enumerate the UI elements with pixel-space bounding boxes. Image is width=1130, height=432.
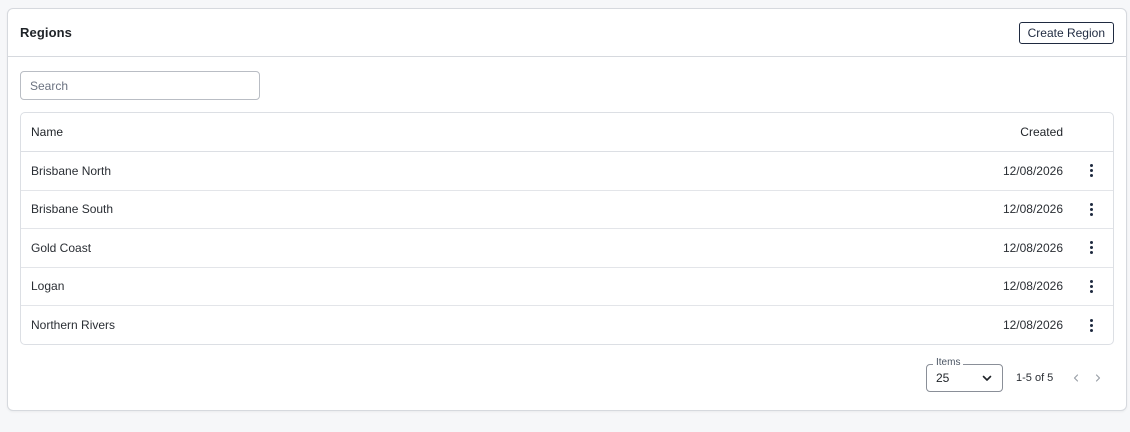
more-vertical-icon[interactable] [1084,201,1098,217]
previous-page-button[interactable] [1068,370,1084,386]
table-header: Name Created [21,113,1113,152]
region-created: 12/08/2026 [1002,318,1063,333]
more-vertical-icon[interactable] [1084,278,1098,294]
search-container [20,71,260,100]
region-created: 12/08/2026 [1002,202,1063,217]
table-row[interactable]: Gold Coast 12/08/2026 [21,229,1113,268]
next-page-button[interactable] [1090,370,1106,386]
regions-card: Regions Create Region Name Created Brisb… [7,8,1127,411]
regions-table: Name Created Brisbane North 12/08/2026 B… [20,112,1114,345]
more-vertical-icon[interactable] [1084,240,1098,256]
row-actions [1063,163,1103,179]
row-actions [1063,201,1103,217]
pagination: Items 25 1-5 of 5 [926,357,1106,392]
chevron-right-icon [1096,374,1101,382]
region-name[interactable]: Brisbane North [31,164,943,178]
table-row[interactable]: Brisbane South 12/08/2026 [21,191,1113,229]
table-row[interactable]: Logan 12/08/2026 [21,268,1113,306]
card-header: Regions Create Region [8,9,1126,57]
table-row[interactable]: Brisbane North 12/08/2026 [21,152,1113,191]
table-row[interactable]: Northern Rivers 12/08/2026 [21,306,1113,344]
column-header-created[interactable]: Created [943,125,1063,139]
page-range: 1-5 of 5 [1016,372,1054,384]
items-per-page-select[interactable]: Items 25 [926,357,1003,392]
column-header-name[interactable]: Name [31,125,943,139]
row-actions [1063,317,1103,333]
chevron-left-icon [1074,374,1079,382]
items-per-page-value: 25 [936,371,950,385]
row-actions [1063,240,1103,256]
chevron-down-icon [982,375,992,381]
create-region-button[interactable]: Create Region [1018,21,1114,44]
region-name[interactable]: Logan [31,279,943,293]
items-per-page-label: Items [933,357,964,368]
region-name[interactable]: Northern Rivers [31,318,943,332]
region-created: 12/08/2026 [1002,240,1063,255]
region-name[interactable]: Brisbane South [31,202,943,216]
more-vertical-icon[interactable] [1084,163,1098,179]
row-actions [1063,278,1103,294]
region-created: 12/08/2026 [1002,163,1063,178]
more-vertical-icon[interactable] [1084,317,1098,333]
search-input[interactable] [20,71,260,100]
region-created: 12/08/2026 [1002,279,1063,294]
page-title: Regions [20,25,72,40]
region-name[interactable]: Gold Coast [31,241,943,255]
